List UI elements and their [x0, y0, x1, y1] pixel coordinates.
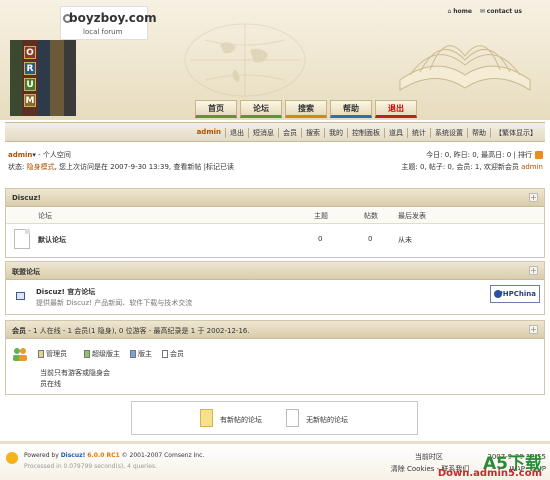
- menu-help[interactable]: 帮助: [468, 128, 491, 138]
- collapse-icon[interactable]: +: [529, 193, 538, 202]
- legend-mod: 版主: [130, 349, 152, 359]
- online-members: 会员 - 1 人在线 - 1 会员(1 隐身), 0 位游客 - 最高纪录是 1…: [5, 320, 545, 395]
- online-header: 会员 - 1 人在线 - 1 会员(1 隐身), 0 位游客 - 最高纪录是 1…: [12, 326, 250, 336]
- watermark-sub: Down.admin5.com: [437, 468, 542, 479]
- legend-member: 会员: [162, 349, 184, 359]
- cookies-link[interactable]: Cookies: [407, 465, 434, 473]
- menu-messages[interactable]: 短消息: [249, 128, 279, 138]
- col-topics: 主题: [314, 212, 328, 220]
- forum-posts-count: 0: [368, 235, 373, 243]
- col-forum: 论坛: [38, 212, 52, 220]
- site-logo[interactable]: boyzboy.com local forum: [60, 6, 157, 40]
- rss-icon[interactable]: [535, 151, 543, 159]
- union-forums: 联盟论坛 + Discuz! 官方论坛 提供最新 Discuz! 产品新闻、软件…: [5, 261, 545, 315]
- mark-read-link[interactable]: |标记已读: [204, 163, 234, 171]
- forum-category-discuz: Discuz! + 论坛 主题 帖数 最后发表 默认论坛 0 0 从未: [5, 188, 545, 258]
- menu-members[interactable]: 会员: [279, 128, 302, 138]
- forum-table-header: 论坛 主题 帖数 最后发表: [6, 208, 544, 224]
- site-header: boyzboy.com local forum O R U M ⌂ home ✉…: [0, 0, 550, 120]
- forum-icon-legend: 有新帖的论坛 无新帖的论坛: [131, 401, 418, 435]
- forum-letter: R: [24, 62, 36, 75]
- no-new-posts-icon: [286, 409, 299, 427]
- logo-title: boyzboy.com: [69, 11, 157, 25]
- home-icon: [16, 292, 25, 300]
- list-item: Discuz! 官方论坛 提供最新 Discuz! 产品新闻、软件下载与技术交流…: [6, 282, 544, 314]
- ranking-link[interactable]: 排行: [518, 151, 532, 159]
- forum-name-link[interactable]: 默认论坛: [38, 235, 66, 245]
- menu-username[interactable]: admin: [193, 128, 226, 138]
- table-row: 默认论坛 0 0 从未: [6, 225, 544, 257]
- globe-map-decoration: [184, 23, 306, 97]
- invisible-mode-link[interactable]: 隐身模式: [27, 163, 55, 171]
- footer: Powered by Discuz! 6.0.0 RC1 © 2001-2007…: [0, 441, 550, 480]
- forum-letter: U: [24, 78, 36, 91]
- legend-admin: 管理员: [38, 349, 67, 359]
- top-links: ⌂ home ✉ contact us: [441, 8, 522, 15]
- col-posts: 帖数: [364, 212, 378, 220]
- collapse-icon[interactable]: +: [529, 266, 538, 275]
- tab-logout[interactable]: 退出: [375, 100, 417, 118]
- forum-letter: M: [24, 94, 36, 107]
- main-nav: 首页 论坛 搜索 帮助 退出: [195, 100, 417, 120]
- member-legend: 管理员 超级版主 版主 会员: [12, 348, 532, 363]
- menu-settings[interactable]: 系统设置: [431, 128, 468, 138]
- union-forum-desc: 提供最新 Discuz! 产品新闻、软件下载与技术交流: [36, 299, 193, 307]
- col-last-post: 最后发表: [398, 212, 426, 220]
- contact-link[interactable]: ✉ contact us: [480, 8, 522, 15]
- last-visit-text: , 您上次访问是在 2007-9-30 13:39,: [54, 163, 172, 171]
- user-menu-bar: admin 退出 短消息 会员 搜索 我的 控制面板 道具 统计 系统设置 帮助…: [5, 122, 545, 142]
- menu-traditional[interactable]: 【繁体显示】: [491, 128, 541, 138]
- tab-help[interactable]: 帮助: [330, 100, 372, 118]
- board-stats: 主题: 0, 帖子: 0, 会员: 1, 欢迎新会员: [401, 163, 519, 171]
- personal-space-link[interactable]: - 个人空间: [38, 151, 71, 159]
- tab-search[interactable]: 搜索: [285, 100, 327, 118]
- menu-search[interactable]: 搜索: [302, 128, 325, 138]
- online-empty-note: 当前只有游客或隐身会 员在线: [40, 369, 110, 388]
- union-forum-link[interactable]: Discuz! 官方论坛: [36, 287, 95, 297]
- category-title[interactable]: Discuz!: [12, 194, 41, 202]
- phpchina-label: PHPChina: [497, 290, 536, 298]
- discuz-logo-icon: [6, 452, 18, 464]
- processed-info: Processed in 0.079799 second(s), 4 queri…: [24, 463, 157, 470]
- user-group-icon: [13, 348, 27, 361]
- union-title: 联盟论坛: [12, 268, 40, 276]
- legend-super-mod: 超级版主: [84, 349, 120, 359]
- logo-subtitle: local forum: [83, 28, 123, 36]
- phpchina-icon: [494, 290, 502, 298]
- discuz-link[interactable]: Discuz!: [61, 452, 86, 459]
- open-book-decoration: [399, 45, 531, 91]
- phpchina-logo-link[interactable]: PHPChina: [490, 285, 540, 303]
- daily-stats: 今日: 0, 昨日: 0, 最高日: 0 |: [426, 151, 516, 159]
- new-posts-icon: [200, 409, 213, 427]
- collapse-icon[interactable]: +: [529, 325, 538, 334]
- menu-tools[interactable]: 道具: [385, 128, 408, 138]
- forum-letter: O: [24, 46, 36, 59]
- tab-home[interactable]: 首页: [195, 100, 237, 118]
- menu-logout[interactable]: 退出: [226, 128, 249, 138]
- menu-mine[interactable]: 我的: [325, 128, 348, 138]
- books-decoration: O R U M: [10, 40, 80, 116]
- view-new-posts-link[interactable]: 查看新帖: [173, 163, 201, 171]
- menu-control-panel[interactable]: 控制面板: [348, 128, 385, 138]
- online-stats: - 1 人在线 - 1 会员(1 隐身), 0 位游客 - 最高纪录是 1 于 …: [26, 327, 250, 335]
- chevron-down-icon[interactable]: ▾: [32, 151, 36, 159]
- new-member-link[interactable]: admin: [521, 163, 543, 171]
- user-info-panel: admin▾ - 个人空间 状态: 隐身模式, 您上次访问是在 2007-9-3…: [8, 150, 543, 176]
- forum-topics-count: 0: [318, 235, 323, 243]
- forum-status-icon: [14, 229, 30, 249]
- status-label: 状态:: [8, 163, 25, 171]
- online-label: 会员: [12, 327, 26, 335]
- tab-forum[interactable]: 论坛: [240, 100, 282, 118]
- home-link[interactable]: ⌂ home: [447, 8, 471, 15]
- forum-last-post: 从未: [398, 236, 412, 244]
- clear-cookies-link[interactable]: 清除: [391, 465, 405, 473]
- menu-stats[interactable]: 统计: [408, 128, 431, 138]
- powered-by: Powered by Discuz! 6.0.0 RC1 © 2001-2007…: [24, 452, 205, 459]
- username-link[interactable]: admin: [8, 151, 32, 159]
